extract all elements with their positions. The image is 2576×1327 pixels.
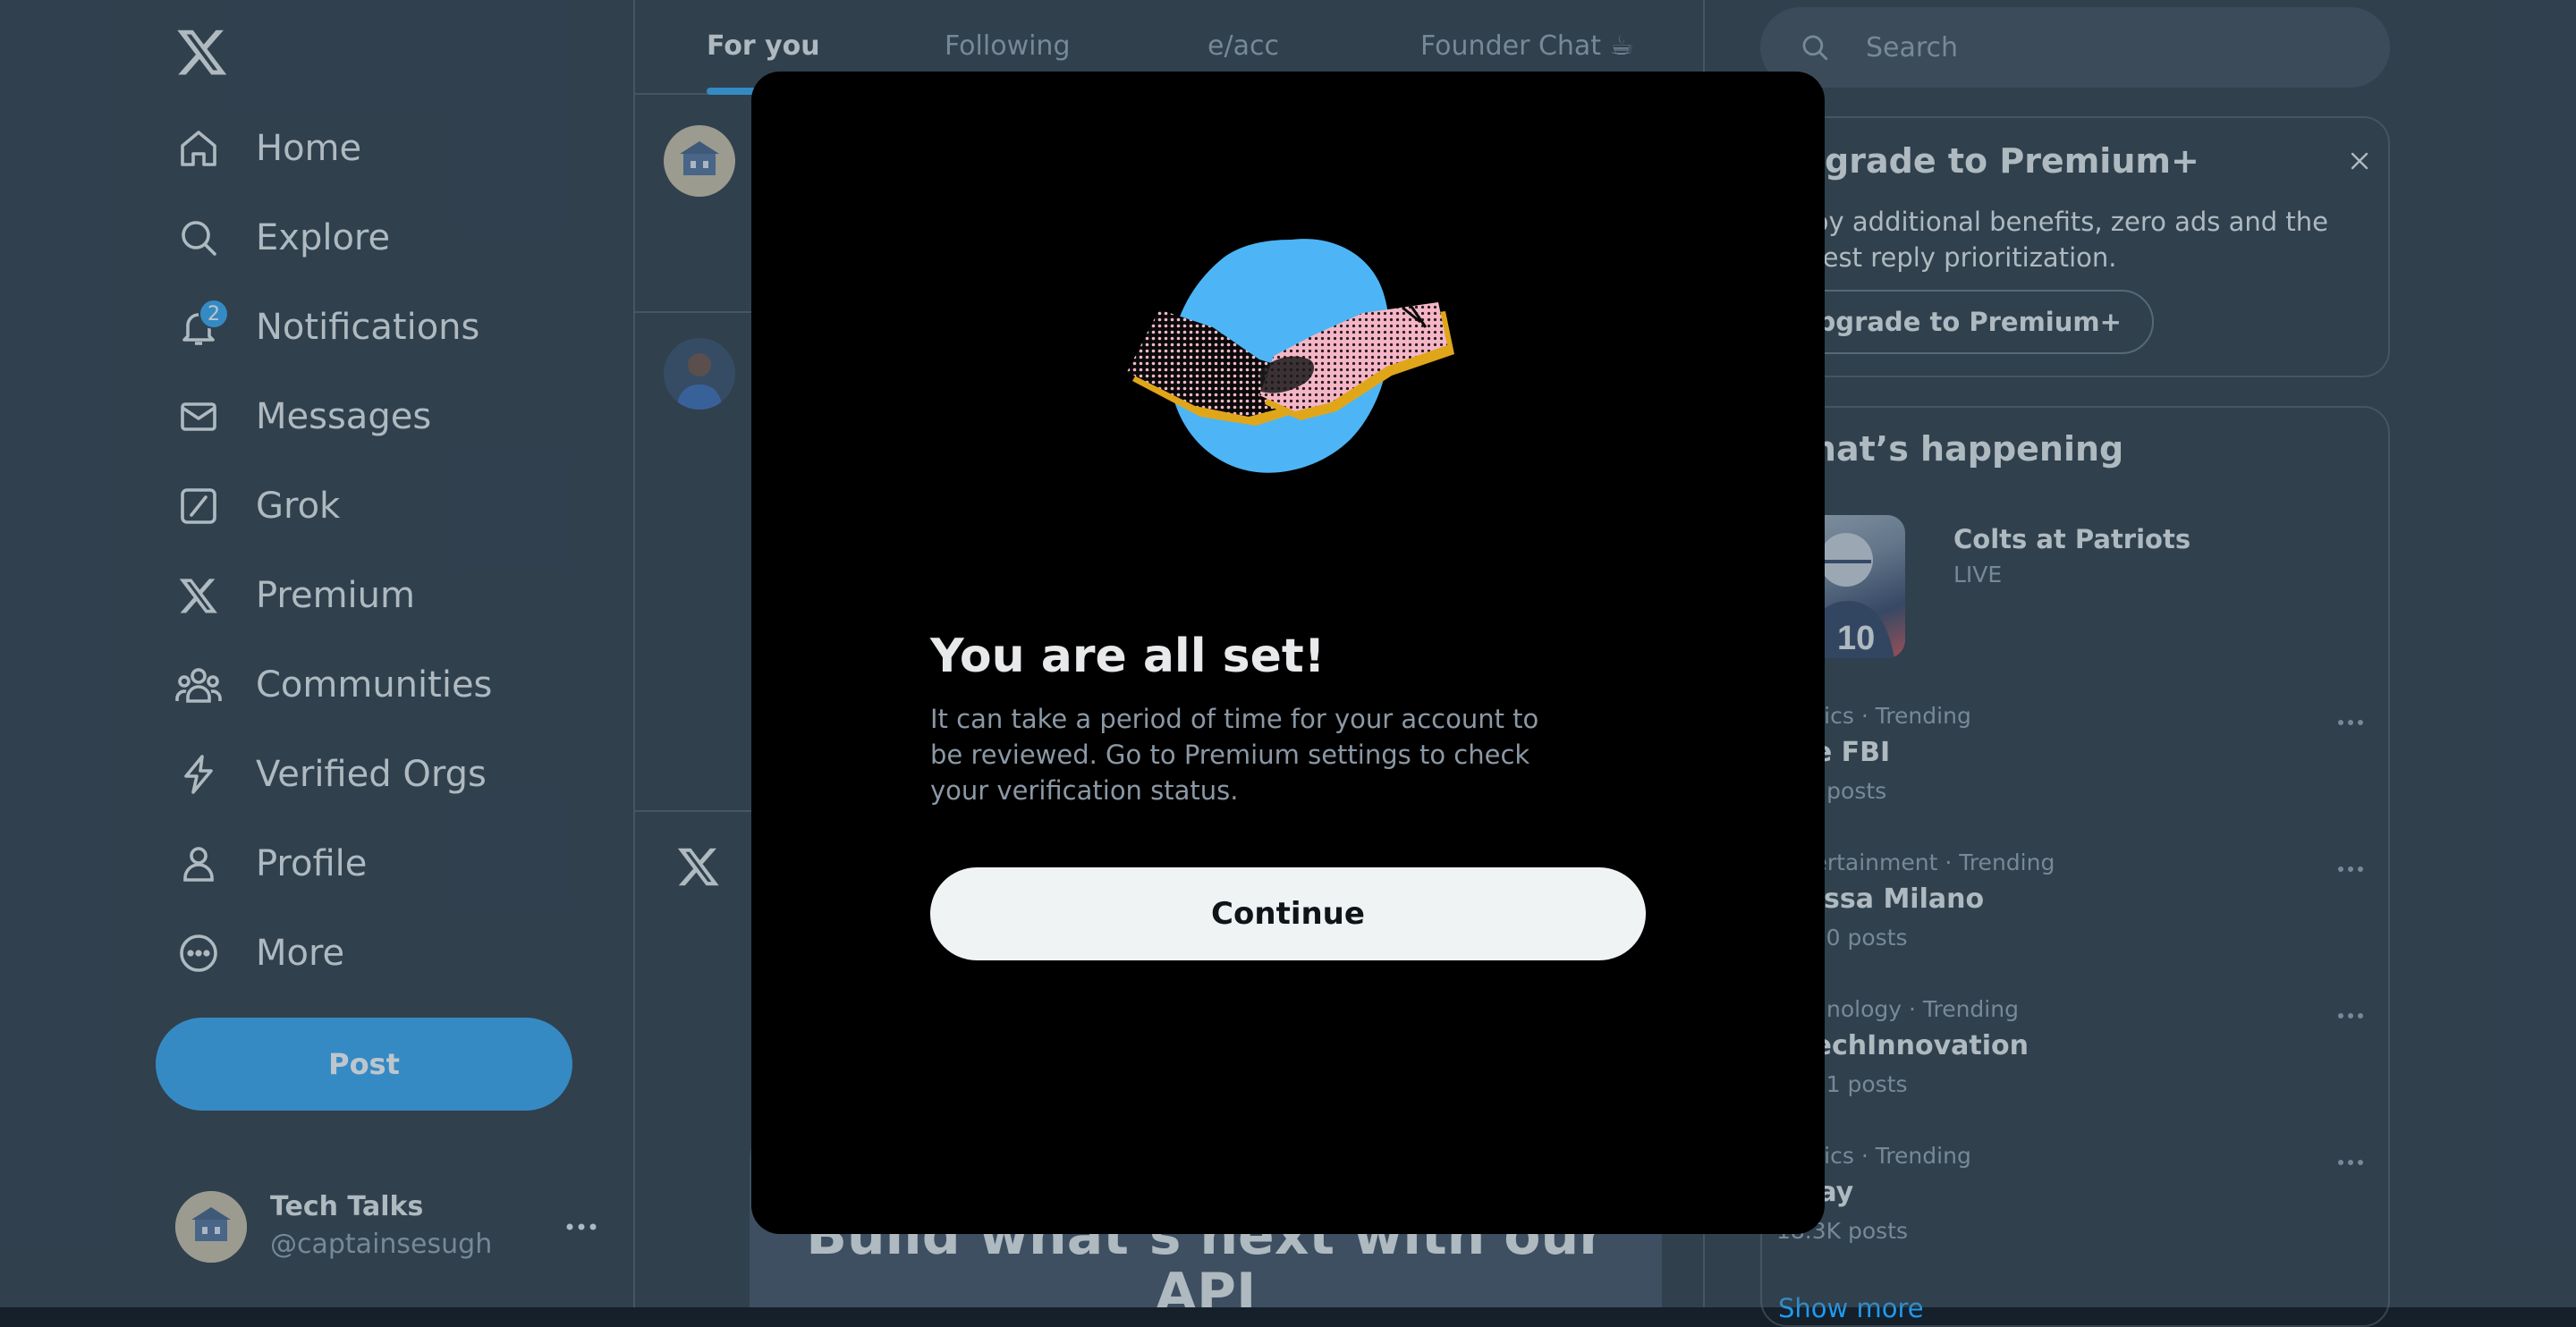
continue-button[interactable]: Continue: [930, 867, 1646, 960]
handshake-icon: [1125, 229, 1456, 515]
dialog-title: You are all set!: [930, 630, 1326, 683]
dialog-body: It can take a period of time for your ac…: [930, 704, 1539, 806]
verification-success-dialog: You are all set! It can take a period of…: [751, 72, 1825, 1234]
